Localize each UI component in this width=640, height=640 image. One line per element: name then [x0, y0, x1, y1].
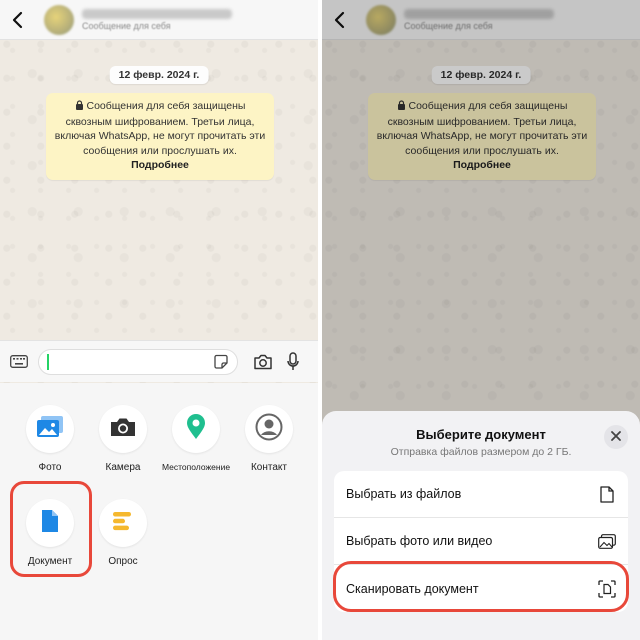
- avatar[interactable]: [44, 4, 74, 35]
- text-caret: [47, 353, 49, 370]
- poll-circle: [99, 499, 147, 547]
- photo-circle: [26, 405, 74, 453]
- contact-circle: [245, 405, 293, 453]
- notice-text: Сообщения для себя защищены сквозным шиф…: [54, 100, 266, 157]
- scan-option-highlight-outline: [333, 561, 629, 612]
- keyboard-icon[interactable]: [8, 351, 30, 373]
- back-arrow-icon[interactable]: [8, 9, 26, 31]
- camera-icon[interactable]: [252, 351, 274, 373]
- attach-location[interactable]: Местоположение: [161, 405, 231, 472]
- date-pill: 12 февр. 2024 г.: [109, 66, 209, 84]
- right-screen: Сообщение для себя 12 февр. 2024 г. Сооб…: [322, 0, 640, 640]
- file-icon: [598, 485, 616, 503]
- sticker-icon[interactable]: [213, 354, 229, 370]
- document-picker-sheet: Выберите документ Отправка файлов размер…: [322, 411, 640, 640]
- attach-photo[interactable]: Фото: [15, 405, 85, 473]
- option-label: Выбрать из файлов: [346, 487, 462, 501]
- notice-more-link[interactable]: Подробнее: [54, 158, 266, 173]
- sheet-title: Выберите документ: [416, 427, 546, 442]
- attach-label: Местоположение: [161, 462, 231, 472]
- attach-label: Опрос: [108, 556, 138, 567]
- encryption-notice[interactable]: Сообщения для себя защищены сквозным шиф…: [46, 93, 274, 180]
- close-icon: [611, 428, 621, 446]
- contact-info[interactable]: Сообщение для себя: [82, 8, 232, 31]
- attach-label: Фото: [38, 462, 62, 473]
- sheet-subtitle: Отправка файлов размером до 2 ГБ.: [390, 446, 572, 458]
- attach-contact[interactable]: Контакт: [234, 405, 304, 473]
- lock-icon: [75, 100, 84, 115]
- contact-name-blurred: [82, 8, 232, 19]
- attach-label: Камера: [105, 462, 141, 473]
- contact-icon: [255, 413, 283, 446]
- close-button[interactable]: [604, 425, 628, 449]
- option-choose-photo-video[interactable]: Выбрать фото или видео: [334, 518, 628, 565]
- chat-header: Сообщение для себя: [0, 0, 318, 40]
- attach-label: Контакт: [250, 462, 287, 473]
- location-pin-icon: [186, 413, 206, 445]
- attachment-menu: Фото Камера Местоположение Контакт Докум…: [0, 383, 318, 640]
- left-screen: Сообщение для себя 12 февр. 2024 г. Сооб…: [0, 0, 318, 640]
- photo-icon: [598, 532, 616, 550]
- option-label: Выбрать фото или видео: [346, 534, 493, 548]
- camera-icon: [110, 417, 136, 442]
- attach-camera[interactable]: Камера: [88, 405, 158, 473]
- option-choose-from-files[interactable]: Выбрать из файлов: [334, 471, 628, 518]
- gallery-icon: [36, 415, 64, 444]
- poll-icon: [111, 510, 135, 537]
- message-composer: [0, 340, 318, 382]
- location-circle: [172, 405, 220, 453]
- contact-subtitle: Сообщение для себя: [82, 20, 171, 31]
- attach-poll[interactable]: Опрос: [88, 499, 158, 567]
- message-input[interactable]: [38, 348, 238, 375]
- document-highlight-outline: [10, 481, 92, 577]
- camera-circle: [99, 405, 147, 453]
- microphone-icon[interactable]: [284, 351, 302, 373]
